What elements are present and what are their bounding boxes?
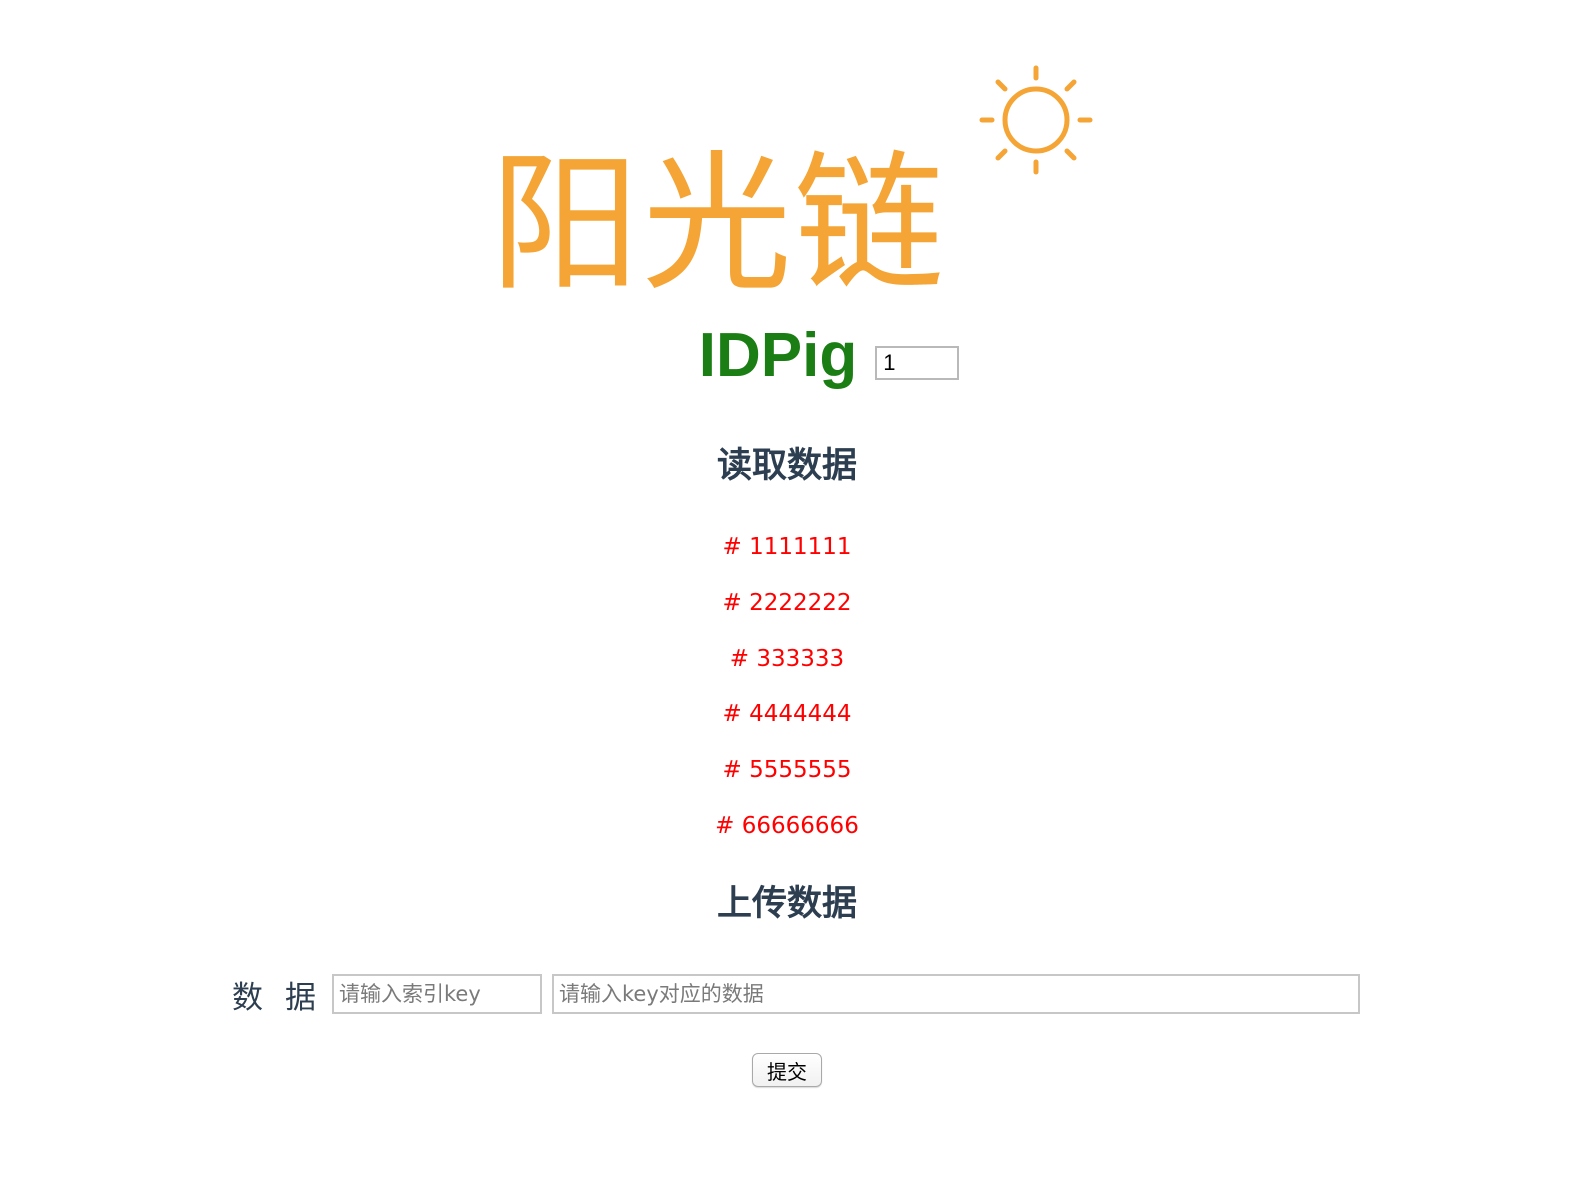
list-item: # 4444444 — [722, 701, 852, 728]
data-label: 数据 — [232, 979, 338, 1016]
submit-button[interactable]: 提交 — [752, 1053, 822, 1087]
logo-text: 阳光链 — [490, 138, 947, 312]
logo: 阳光链 — [490, 58, 1110, 300]
data-list: # 1111111 # 2222222 # 333333 # 4444444 #… — [0, 528, 1574, 863]
upload-form: 数据 — [232, 972, 1360, 1016]
page: 阳光链 IDPig 读取数据 # 1111111 # 2222222 # 333… — [0, 0, 1574, 1182]
read-section-title: 读取数据 — [716, 446, 857, 486]
page-title: IDPig — [698, 321, 858, 390]
header: IDPig — [0, 316, 1574, 396]
list-item: # 2222222 — [722, 589, 852, 616]
upload-section-title: 上传数据 — [716, 884, 857, 924]
submit-row: 提交 — [0, 1053, 1574, 1087]
list-item: # 333333 — [729, 645, 845, 672]
list-item: # 66666666 — [715, 812, 859, 839]
list-item: # 5555555 — [722, 757, 852, 784]
key-input[interactable] — [332, 974, 542, 1014]
value-input[interactable] — [552, 974, 1360, 1014]
id-input[interactable] — [875, 346, 960, 380]
sun-icon — [979, 65, 1093, 175]
list-item: # 1111111 — [722, 534, 852, 560]
